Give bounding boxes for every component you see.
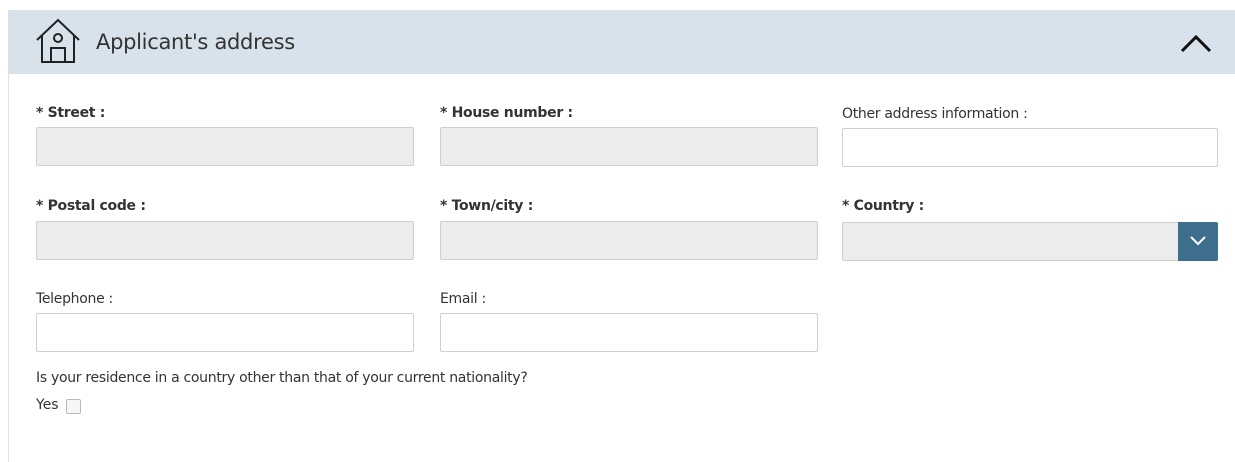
town-city-field[interactable]	[440, 221, 818, 260]
residence-yes-checkbox[interactable]	[66, 399, 81, 414]
chevron-down-icon	[1190, 236, 1206, 246]
chevron-up-icon[interactable]	[1176, 27, 1216, 57]
country-select-value[interactable]	[842, 222, 1218, 261]
panel-title: Applicant's address	[96, 30, 295, 54]
email-label: Email :	[440, 291, 486, 307]
telephone-label: Telephone :	[36, 291, 113, 307]
street-label: * Street :	[36, 105, 106, 121]
residence-yes-label: Yes	[36, 397, 59, 413]
home-icon	[34, 16, 82, 68]
country-label: * Country :	[842, 198, 924, 214]
house-number-label: * House number :	[440, 105, 573, 121]
panel-header: Applicant's address	[8, 10, 1235, 74]
email-field[interactable]	[440, 313, 818, 352]
other-address-info-field[interactable]	[842, 128, 1218, 167]
house-number-field[interactable]	[440, 127, 818, 166]
residence-question: Is your residence in a country other tha…	[36, 370, 528, 386]
postal-code-field[interactable]	[36, 221, 414, 260]
postal-code-label: * Postal code :	[36, 198, 146, 214]
town-city-label: * Town/city :	[440, 198, 534, 214]
country-dropdown-button[interactable]	[1178, 222, 1218, 261]
street-field[interactable]	[36, 127, 414, 166]
telephone-field[interactable]	[36, 313, 414, 352]
country-select[interactable]	[842, 222, 1218, 261]
other-address-info-label: Other address information :	[842, 106, 1028, 122]
